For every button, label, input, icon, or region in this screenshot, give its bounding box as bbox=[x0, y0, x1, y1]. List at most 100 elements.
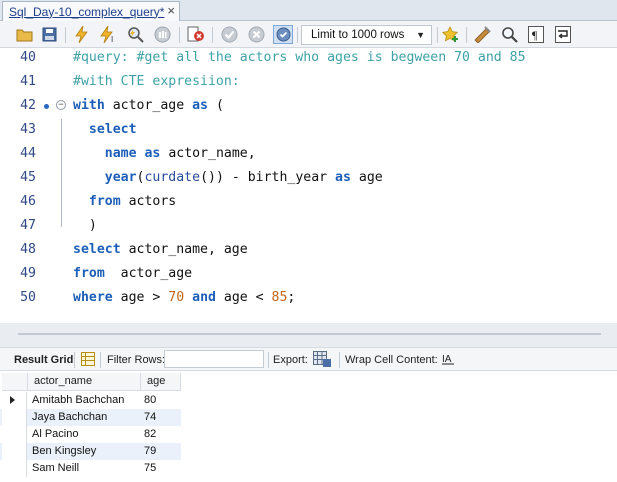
cell-age[interactable]: 82 bbox=[144, 426, 156, 443]
folder-open-icon[interactable] bbox=[14, 25, 34, 44]
code-line[interactable]: 43 select bbox=[0, 122, 617, 146]
column-header-age[interactable]: age bbox=[141, 373, 181, 391]
wrap-cell-label: Wrap Cell Content: bbox=[345, 354, 438, 366]
svg-text:¶: ¶ bbox=[532, 28, 538, 42]
toggle-error-icon[interactable] bbox=[186, 25, 206, 44]
sql-token: ()) - birth_year bbox=[200, 170, 336, 185]
row-header[interactable] bbox=[2, 443, 27, 460]
sql-editor[interactable]: 40 #query: #get all the actors who ages i… bbox=[0, 48, 617, 323]
cell-age[interactable]: 75 bbox=[144, 460, 156, 477]
line-number: 48 bbox=[20, 242, 36, 257]
sql-keyword: as bbox=[144, 146, 161, 161]
line-number: 43 bbox=[20, 122, 36, 137]
panel-splitter[interactable] bbox=[0, 323, 617, 347]
tab-sql-file[interactable]: Sql_Day-10_complex_query* × bbox=[2, 1, 180, 21]
row-header[interactable] bbox=[2, 426, 27, 443]
code-line[interactable]: 46 from actors bbox=[0, 194, 617, 218]
sql-token: actor_name, age bbox=[120, 242, 248, 257]
cell-age[interactable]: 79 bbox=[144, 443, 156, 460]
result-grid[interactable]: actor_name age Amitabh Bachchan 80 Jaya Ba… bbox=[0, 371, 617, 482]
code-text: name as actor_name, bbox=[73, 146, 256, 161]
wrap-icon[interactable] bbox=[553, 25, 573, 44]
line-number: 49 bbox=[20, 266, 36, 281]
table-row[interactable]: Amitabh Bachchan 80 bbox=[0, 392, 181, 409]
code-text: #with CTE expresiion: bbox=[73, 74, 240, 89]
table-row[interactable]: Ben Kingsley 79 bbox=[0, 443, 181, 460]
code-line[interactable]: 47 ) bbox=[0, 218, 617, 242]
invisible-chars-icon[interactable]: ¶ bbox=[526, 25, 546, 44]
row-header[interactable] bbox=[2, 460, 27, 477]
execute-icon[interactable] bbox=[72, 25, 92, 44]
grid-icon[interactable] bbox=[81, 352, 95, 369]
save-icon[interactable] bbox=[39, 25, 59, 44]
sql-token: age > bbox=[112, 290, 169, 305]
close-icon[interactable]: × bbox=[167, 4, 175, 18]
sql-keyword: from bbox=[88, 194, 121, 209]
autocommit-icon[interactable] bbox=[273, 25, 293, 44]
sql-keyword: select bbox=[88, 122, 137, 137]
rollback-icon[interactable] bbox=[246, 25, 266, 44]
code-text: year(curdate()) - birth_year as age bbox=[73, 170, 383, 185]
code-line[interactable]: 41 #with CTE expresiion: bbox=[0, 74, 617, 98]
sql-token: ( bbox=[208, 98, 224, 113]
beautify-icon[interactable] bbox=[472, 25, 492, 44]
current-row-arrow-icon bbox=[10, 396, 15, 404]
table-row[interactable]: Sam Neill 75 bbox=[0, 460, 181, 477]
code-line[interactable]: 45 year(curdate()) - birth_year as age bbox=[0, 170, 617, 194]
code-line[interactable]: 49 from actor_age bbox=[0, 266, 617, 290]
cell-actor-name[interactable]: Sam Neill bbox=[32, 460, 79, 477]
sql-editor-toolbar: I Limit to 1000 rows ▼ ¶ bbox=[0, 21, 617, 48]
table-row[interactable]: Al Pacino 82 bbox=[0, 426, 181, 443]
cell-actor-name[interactable]: Al Pacino bbox=[32, 426, 78, 443]
fold-toggle-icon[interactable]: − bbox=[56, 100, 66, 110]
code-text: select bbox=[73, 122, 137, 137]
line-number: 42 bbox=[20, 98, 36, 113]
code-line[interactable]: 40 #query: #get all the actors who ages i… bbox=[0, 50, 617, 74]
row-header[interactable] bbox=[2, 392, 27, 409]
sql-token: ) bbox=[73, 218, 97, 233]
filter-rows-input[interactable] bbox=[164, 350, 264, 368]
sql-token: actor_name, bbox=[160, 146, 256, 161]
code-text: #query: #get all the actors who ages is … bbox=[73, 50, 526, 65]
cell-actor-name[interactable]: Amitabh Bachchan bbox=[32, 392, 124, 409]
commit-icon[interactable] bbox=[219, 25, 239, 44]
cell-age[interactable]: 74 bbox=[144, 409, 156, 426]
wrap-cell-icon[interactable]: IA bbox=[441, 352, 455, 369]
table-row[interactable]: Jaya Bachchan 74 bbox=[0, 409, 181, 426]
result-toolbar: Result Grid Filter Rows: Export: Wrap Ce… bbox=[0, 347, 617, 371]
export-icon[interactable] bbox=[313, 351, 331, 370]
stop-icon[interactable] bbox=[152, 25, 172, 44]
explain-icon[interactable] bbox=[125, 25, 145, 44]
find-icon[interactable] bbox=[499, 25, 519, 44]
sql-token: actors bbox=[120, 194, 177, 209]
cell-actor-name[interactable]: Jaya Bachchan bbox=[32, 409, 107, 426]
sql-keyword: from bbox=[73, 266, 105, 281]
line-number: 44 bbox=[20, 146, 36, 161]
sql-token: ; bbox=[287, 290, 296, 305]
row-header[interactable] bbox=[2, 409, 27, 426]
code-line[interactable]: 42 − with actor_age as ( bbox=[0, 98, 617, 122]
cell-actor-name[interactable]: Ben Kingsley bbox=[32, 443, 96, 460]
execute-statement-icon[interactable]: I bbox=[99, 25, 119, 44]
svg-text:IA: IA bbox=[442, 354, 452, 365]
line-number: 45 bbox=[20, 170, 36, 185]
column-header-actor-name[interactable]: actor_name bbox=[28, 373, 141, 391]
limit-rows-select[interactable]: Limit to 1000 rows ▼ bbox=[301, 25, 432, 45]
sql-keyword: as bbox=[192, 98, 208, 113]
code-line[interactable]: 48 select actor_name, age bbox=[0, 242, 617, 266]
sql-token: actor_age bbox=[104, 98, 193, 113]
code-line[interactable]: 50 where age > 70 and age < 85; bbox=[0, 290, 617, 314]
line-number: 41 bbox=[20, 74, 36, 89]
code-text: ) bbox=[73, 218, 97, 233]
code-line[interactable]: 44 name as actor_name, bbox=[0, 146, 617, 170]
sql-keyword: name bbox=[104, 146, 137, 161]
result-grid-button[interactable]: Result Grid bbox=[14, 354, 73, 366]
cell-age[interactable]: 80 bbox=[144, 392, 156, 409]
bookmark-icon[interactable] bbox=[441, 25, 461, 44]
svg-text:I: I bbox=[111, 35, 113, 43]
